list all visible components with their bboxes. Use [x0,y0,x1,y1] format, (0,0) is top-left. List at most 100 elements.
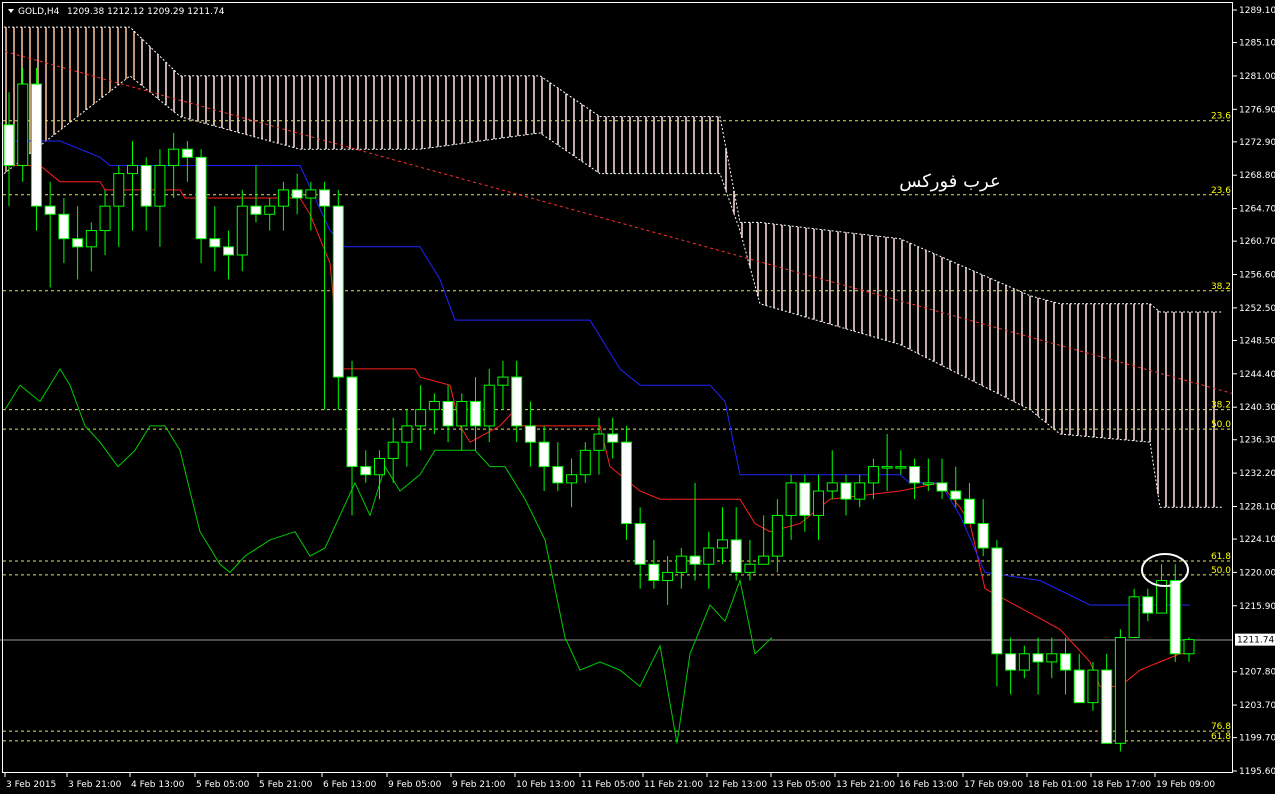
candle-body [662,571,674,582]
symbol-label: GOLD,H4 [18,7,60,17]
price-tick-label: 1240.30 [1239,403,1275,413]
time-tick-label: 9 Feb 21:00 [452,780,506,790]
price-tick-label: 1228.10 [1239,502,1275,512]
time-tick-label: 16 Feb 13:00 [899,780,958,790]
time-tick-label: 3 Feb 21:00 [68,780,122,790]
fib-level-label: 50.0 [1211,420,1231,430]
candle-body [291,189,303,199]
time-tick-label: 12 Feb 13:00 [708,780,767,790]
time-tick-label: 3 Feb 2015 [6,780,56,790]
candle-body [730,539,742,573]
price-tick-label: 1195.60 [1239,767,1275,777]
candle-body [168,148,180,166]
candle-body [689,555,701,565]
candle-body [1114,637,1126,744]
fib-level-label: 23.6 [1211,186,1231,196]
fib-level-label: 61.8 [1211,732,1231,742]
time-tick-label: 5 Feb 21:00 [259,780,313,790]
price-tick-label: 1236.30 [1239,436,1275,446]
candle-body [785,482,797,516]
candle-body [1018,653,1030,671]
candle-body [195,156,207,240]
candle-body [360,466,372,476]
candle-body [950,490,962,500]
candle-body [826,482,838,492]
candle-body [3,124,15,166]
candle-body [154,164,166,207]
price-tick-label: 1285.10 [1239,39,1275,49]
candle-body [85,230,97,248]
candle-body [620,441,632,525]
candle-body [497,376,509,386]
price-tick-label: 1268.80 [1239,171,1275,181]
price-tick-label: 1281.00 [1239,72,1275,82]
candle-body [579,449,591,476]
candle-body [470,400,482,427]
candle-body [552,466,564,484]
candle-body [511,376,523,427]
candle-body [264,205,276,215]
time-tick-label: 17 Feb 09:00 [964,780,1023,790]
price-chart[interactable]: 23.623.638.238.250.061.850.076.861.8 عرب… [0,0,1275,794]
candle-body [758,555,770,565]
time-tick-label: 19 Feb 09:00 [1156,780,1215,790]
fib-level-label: 50.0 [1211,566,1231,576]
candle-body [236,205,248,256]
candle-body [703,547,715,565]
candle-body [909,466,921,484]
candle-body [840,482,852,500]
candle-body [1046,653,1058,663]
price-tick-label: 1199.70 [1239,734,1275,744]
ohlc-values: 1209.38 1212.12 1209.29 1211.74 [67,7,225,17]
candle-body [771,514,783,557]
header: GOLD,H4 1209.38 1212.12 1209.29 1211.74 [8,7,225,17]
candle-body [813,490,825,516]
price-tick-label: 1260.70 [1239,237,1275,247]
candle-body [538,441,550,468]
candle-body [675,555,687,573]
candle-body [181,148,193,158]
candle-body [373,457,385,476]
candle-body [99,205,111,232]
candle-body [58,213,70,240]
candle-body [963,498,975,525]
candle-body [277,189,289,207]
fib-level-label: 38.2 [1211,282,1231,292]
candle-body [250,205,262,215]
candle-body [922,482,934,485]
candle-body [977,523,989,549]
candle-body [44,205,56,215]
candle-body [17,83,29,166]
fib-level-label: 61.8 [1211,552,1231,562]
price-tick-label: 1256.60 [1239,271,1275,281]
candle-body [607,433,619,443]
time-tick-label: 18 Feb 17:00 [1092,780,1151,790]
price-tick-label: 1252.50 [1239,304,1275,314]
candle-body [1101,669,1113,744]
candle-body [1005,653,1017,671]
candle-body [936,482,948,492]
candle-body [895,466,907,469]
time-tick-label: 9 Feb 05:00 [388,780,442,790]
time-tick-label: 11 Feb 05:00 [581,780,640,790]
candle-body [991,547,1003,655]
candle-body [305,189,317,199]
candle-body [799,482,811,516]
candle-body [387,441,399,459]
price-tick-label: 1207.80 [1239,668,1275,678]
candle-body [401,425,413,443]
candle-body [716,539,728,549]
candle-body [524,425,536,443]
candle-body [867,466,879,484]
price-tick-label: 1272.90 [1239,138,1275,148]
fib-level-label: 23.6 [1211,112,1231,122]
candle-body [126,164,138,175]
candle-body [1142,596,1154,614]
watermark-text: عرب فوركس [899,171,1000,192]
candle-body [113,173,125,207]
time-tick-label: 5 Feb 05:00 [196,780,250,790]
candle-body [209,238,221,248]
candle-body [223,246,235,256]
time-tick-label: 6 Feb 13:00 [323,780,377,790]
candle-body [346,376,358,468]
